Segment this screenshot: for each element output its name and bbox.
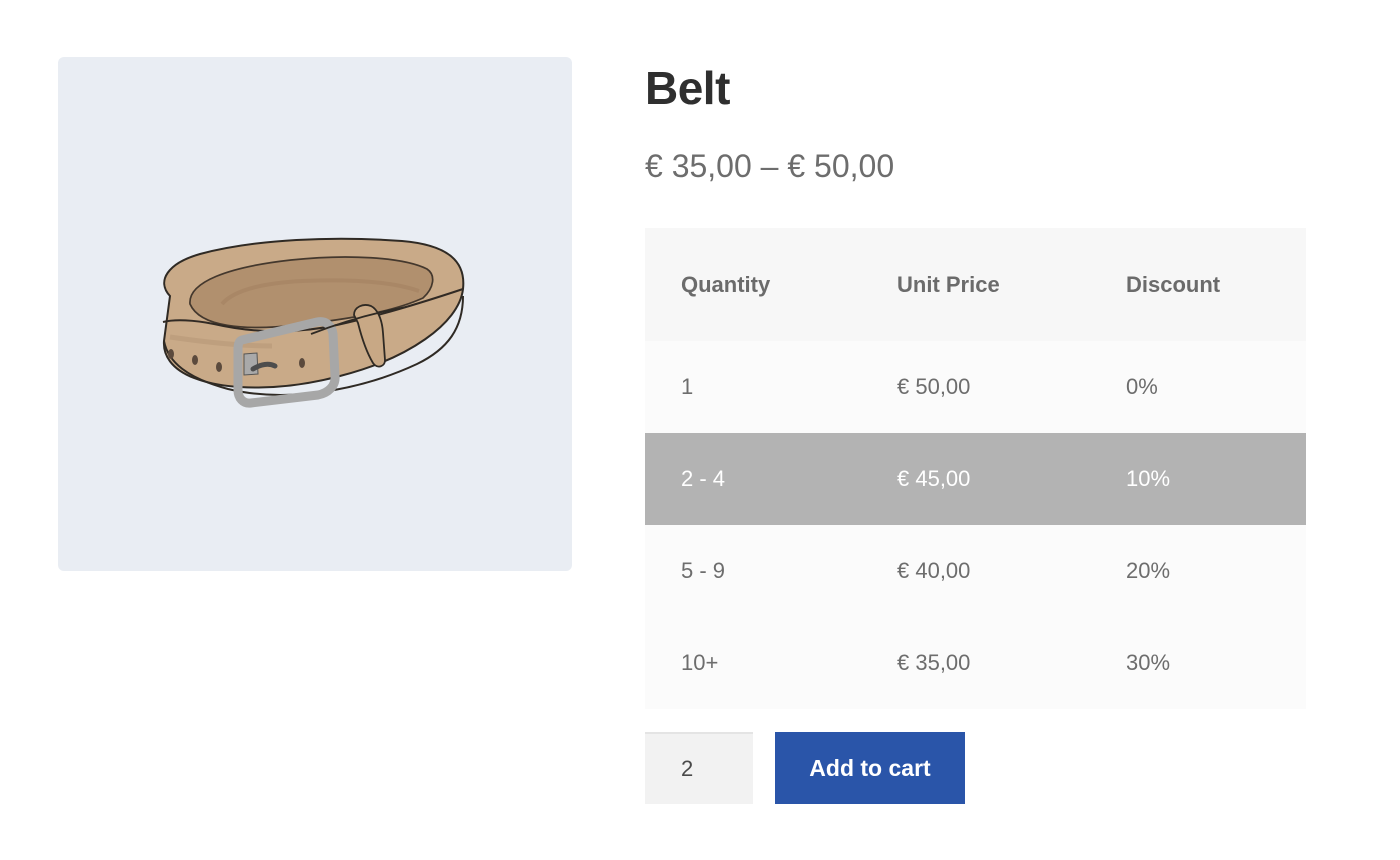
row-unit-price: € 40,00 (861, 525, 1090, 617)
pricing-table-row: 10+ € 35,00 30% (645, 617, 1306, 709)
row-unit-price: € 45,00 (861, 433, 1090, 525)
product-page: Belt € 35,00 – € 50,00 Quantity Unit Pri… (0, 0, 1400, 860)
add-to-cart-button[interactable]: Add to cart (775, 732, 965, 804)
pricing-table-header-row: Quantity Unit Price Discount (645, 228, 1306, 341)
product-title: Belt (645, 62, 730, 114)
discount-column-header: Discount (1090, 228, 1306, 341)
row-quantity: 2 - 4 (645, 433, 861, 525)
product-image-frame (58, 57, 572, 571)
row-discount: 20% (1090, 525, 1306, 617)
row-unit-price: € 50,00 (861, 341, 1090, 433)
unit-price-column-header: Unit Price (861, 228, 1090, 341)
pricing-table-row: 1 € 50,00 0% (645, 341, 1306, 433)
row-quantity: 5 - 9 (645, 525, 861, 617)
row-unit-price: € 35,00 (861, 617, 1090, 709)
pricing-table-row-selected: 2 - 4 € 45,00 10% (645, 433, 1306, 525)
row-discount: 30% (1090, 617, 1306, 709)
row-discount: 10% (1090, 433, 1306, 525)
product-summary: Belt € 35,00 – € 50,00 Quantity Unit Pri… (645, 58, 1306, 804)
quantity-column-header: Quantity (645, 228, 861, 341)
price-range: € 35,00 – € 50,00 (645, 148, 895, 184)
belt-illustration (162, 237, 465, 408)
row-quantity: 10+ (645, 617, 861, 709)
quantity-discount-table: Quantity Unit Price Discount 1 € 50,00 0… (645, 228, 1306, 709)
belt-product-image (162, 237, 465, 408)
pricing-table-row: 5 - 9 € 40,00 20% (645, 525, 1306, 617)
quantity-input[interactable] (645, 732, 753, 804)
row-quantity: 1 (645, 341, 861, 433)
row-discount: 0% (1090, 341, 1306, 433)
